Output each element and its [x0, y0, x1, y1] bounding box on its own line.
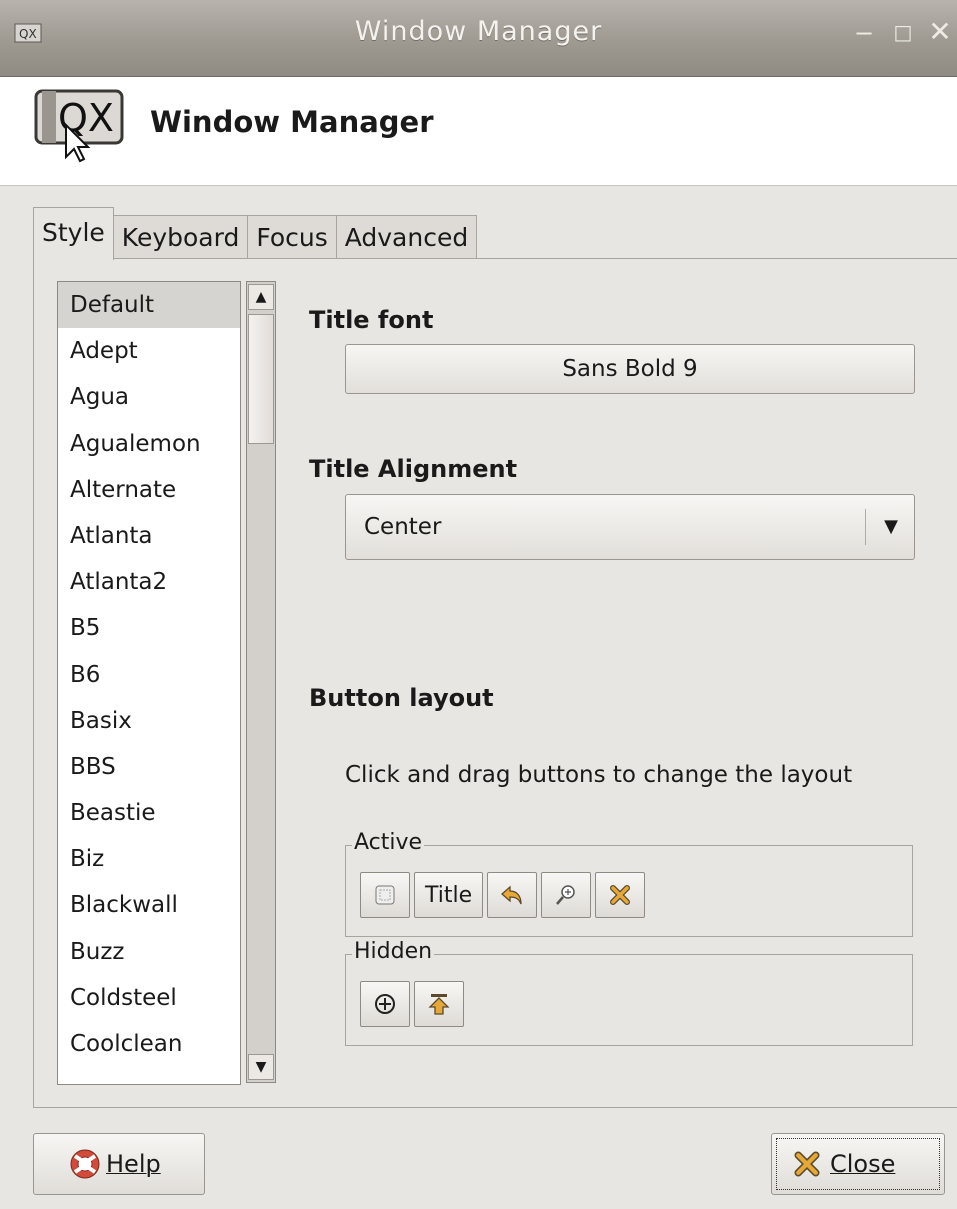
close-icon[interactable]: ✕: [926, 14, 954, 50]
shade-icon[interactable]: [487, 872, 538, 918]
list-item[interactable]: Alternate: [58, 467, 240, 513]
window-manager-icon: QX: [34, 89, 124, 163]
list-item[interactable]: Basix: [58, 698, 240, 744]
list-item[interactable]: Buzz: [58, 929, 240, 975]
list-item[interactable]: Adept: [58, 328, 240, 374]
list-item[interactable]: Agua: [58, 374, 240, 420]
tab-style[interactable]: Style: [33, 207, 114, 260]
combo-separator: [865, 509, 866, 545]
title-font-button[interactable]: Sans Bold 9: [345, 344, 915, 394]
active-buttons-row: Title: [360, 872, 649, 918]
theme-list[interactable]: Default Adept Agua Agualemon Alternate A…: [57, 281, 241, 1085]
list-item[interactable]: B5: [58, 605, 240, 651]
button-layout-hint: Click and drag buttons to change the lay…: [345, 762, 853, 788]
list-item[interactable]: BBS: [58, 744, 240, 790]
minimize-icon[interactable]: ‒: [850, 14, 878, 50]
list-item[interactable]: Default: [58, 282, 240, 329]
hidden-buttons-row: [360, 981, 468, 1027]
stick-icon[interactable]: [360, 981, 410, 1027]
scroll-up-icon[interactable]: ▲: [248, 284, 274, 310]
list-item[interactable]: Atlanta: [58, 513, 240, 559]
tab-keyboard[interactable]: Keyboard: [112, 215, 249, 260]
scroll-down-icon[interactable]: ▼: [248, 1054, 274, 1080]
header-title: Window Manager: [150, 105, 434, 139]
list-item[interactable]: Agualemon: [58, 421, 240, 467]
active-frame-label: Active: [352, 830, 425, 855]
close-button[interactable]: Close: [771, 1133, 945, 1195]
help-icon: [70, 1149, 100, 1179]
hidden-frame-label: Hidden: [352, 939, 435, 964]
list-item[interactable]: Blackwall: [58, 882, 240, 928]
chevron-down-icon: ▼: [884, 516, 898, 537]
menu-icon[interactable]: [360, 872, 410, 918]
theme-list-scrollbar[interactable]: ▲ ▼: [246, 281, 276, 1083]
list-item[interactable]: Coolclean: [58, 1021, 240, 1067]
list-item[interactable]: Beastie: [58, 790, 240, 836]
button-layout-label: Button layout: [309, 684, 494, 712]
list-item[interactable]: Coldsteel: [58, 975, 240, 1021]
scrollbar-thumb[interactable]: [248, 314, 274, 444]
close-icon[interactable]: [595, 872, 646, 918]
active-buttons-frame: Active Title: [345, 830, 913, 937]
title-alignment-label: Title Alignment: [309, 455, 518, 483]
list-item[interactable]: Atlanta2: [58, 559, 240, 605]
title-alignment-select[interactable]: Center ▼: [345, 494, 915, 560]
focus-ring: [776, 1138, 940, 1190]
maximize-icon[interactable]: [541, 872, 592, 918]
list-item[interactable]: B6: [58, 652, 240, 698]
title-layout-button[interactable]: Title: [414, 872, 484, 918]
window-title: Window Manager: [354, 16, 603, 47]
title-alignment-value: Center: [364, 514, 442, 540]
tab-bar: Style Keyboard Focus Advanced: [33, 207, 478, 260]
tab-advanced[interactable]: Advanced: [335, 215, 478, 260]
tab-focus[interactable]: Focus: [247, 215, 337, 260]
dialog-header: QX Window Manager: [0, 77, 957, 186]
help-button[interactable]: Help: [33, 1133, 205, 1195]
window-titlebar[interactable]: QX Window Manager ‒ □ ✕: [0, 0, 957, 77]
list-item[interactable]: Biz: [58, 836, 240, 882]
minimize-icon[interactable]: [414, 981, 464, 1027]
maximize-icon[interactable]: □: [889, 14, 917, 50]
title-font-label: Title font: [309, 306, 434, 334]
hidden-buttons-frame: Hidden: [345, 939, 913, 1046]
help-button-label: Help: [106, 1150, 161, 1178]
